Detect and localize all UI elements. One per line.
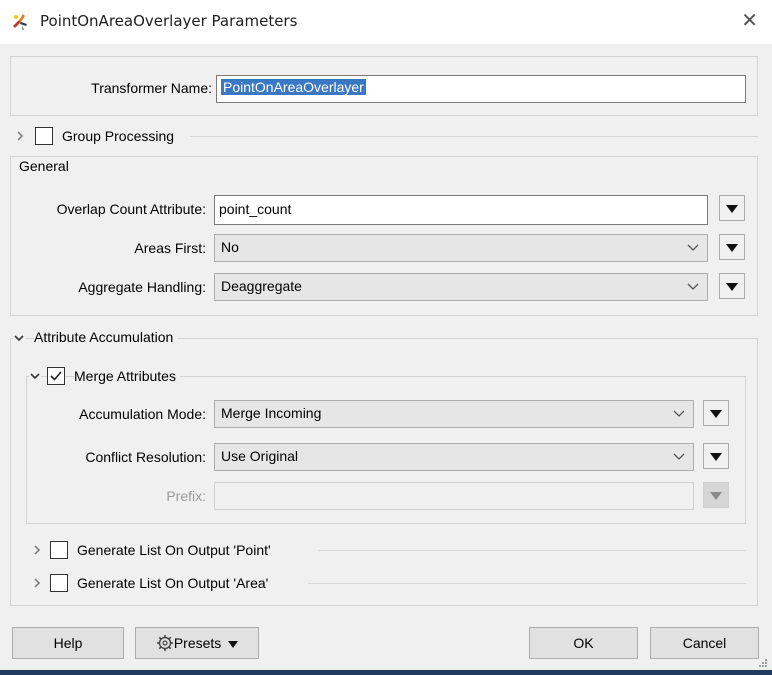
fme-transformer-icon	[13, 14, 27, 30]
cancel-button[interactable]: Cancel	[650, 627, 759, 659]
gear-icon	[156, 634, 173, 651]
chevron-down-icon	[673, 410, 685, 417]
generate-list-area-checkbox[interactable]	[50, 574, 68, 592]
generate-list-point-divider	[318, 550, 746, 551]
help-button[interactable]: Help	[12, 627, 124, 659]
group-processing-label: Group Processing	[62, 128, 175, 144]
group-processing-divider	[190, 136, 758, 137]
merge-attributes-label: Merge Attributes	[74, 368, 180, 384]
presets-button[interactable]: Presets	[135, 627, 259, 659]
chevron-right-icon[interactable]	[14, 130, 26, 142]
ok-button[interactable]: OK	[529, 627, 638, 659]
merge-attributes-checkbox[interactable]	[47, 367, 65, 385]
accumulation-mode-select[interactable]: Merge Incoming	[214, 400, 694, 428]
taskbar-strip	[0, 670, 772, 675]
general-title: General	[17, 158, 73, 174]
overlap-count-input[interactable]: point_count	[214, 195, 708, 225]
chevron-right-icon[interactable]	[31, 577, 43, 589]
conflict-resolution-select[interactable]: Use Original	[214, 443, 694, 471]
prefix-label: Prefix:	[166, 488, 206, 504]
checkmark-icon	[50, 371, 62, 381]
conflict-resolution-label: Conflict Resolution:	[85, 449, 206, 465]
chevron-down-icon	[687, 283, 699, 290]
prefix-input[interactable]	[214, 482, 694, 510]
transformer-name-label: Transformer Name:	[91, 80, 212, 96]
aggregate-handling-select[interactable]: Deaggregate	[214, 273, 708, 301]
triangle-down-icon	[228, 640, 239, 648]
close-icon[interactable]: ✕	[741, 8, 758, 32]
title-bar: PointOnAreaOverlayer Parameters ✕	[0, 0, 772, 44]
window-title: PointOnAreaOverlayer Parameters	[40, 12, 298, 30]
triangle-down-icon	[710, 492, 722, 500]
overlap-count-menu-button[interactable]	[719, 195, 745, 221]
areas-first-select[interactable]: No	[214, 234, 708, 262]
generate-list-area-divider	[308, 583, 746, 584]
aggregate-handling-menu-button[interactable]	[719, 273, 745, 299]
accumulation-mode-label: Accumulation Mode:	[79, 406, 206, 422]
attribute-accumulation-title: Attribute Accumulation	[34, 329, 178, 345]
group-processing-checkbox[interactable]	[35, 127, 53, 145]
conflict-resolution-value: Use Original	[221, 448, 299, 464]
overlap-count-label: Overlap Count Attribute:	[56, 201, 206, 217]
triangle-down-icon	[726, 283, 738, 291]
accumulation-mode-menu-button[interactable]	[703, 400, 729, 426]
aggregate-handling-label: Aggregate Handling:	[78, 279, 206, 295]
resize-grip-icon[interactable]	[758, 658, 768, 668]
chevron-right-icon[interactable]	[31, 544, 43, 556]
accumulation-mode-value: Merge Incoming	[221, 405, 322, 421]
conflict-resolution-menu-button[interactable]	[703, 443, 729, 469]
areas-first-menu-button[interactable]	[719, 234, 745, 260]
generate-list-point-checkbox[interactable]	[50, 541, 68, 559]
areas-first-label: Areas First:	[134, 240, 206, 256]
chevron-down-icon[interactable]	[29, 370, 41, 382]
transformer-name-field[interactable]: PointOnAreaOverlayer	[216, 75, 746, 103]
triangle-down-icon	[726, 244, 738, 252]
chevron-down-icon[interactable]	[13, 332, 25, 344]
triangle-down-icon	[710, 410, 722, 418]
generate-list-point-label: Generate List On Output 'Point'	[77, 542, 271, 558]
chevron-down-icon	[687, 244, 699, 251]
prefix-menu-button[interactable]	[703, 482, 729, 508]
aggregate-handling-value: Deaggregate	[221, 278, 302, 294]
presets-label: Presets	[173, 635, 222, 651]
transformer-name-value: PointOnAreaOverlayer	[221, 79, 366, 95]
triangle-down-icon	[710, 453, 722, 461]
triangle-down-icon	[726, 205, 738, 213]
chevron-down-icon	[673, 453, 685, 460]
areas-first-value: No	[221, 239, 239, 255]
generate-list-area-label: Generate List On Output 'Area'	[77, 575, 269, 591]
